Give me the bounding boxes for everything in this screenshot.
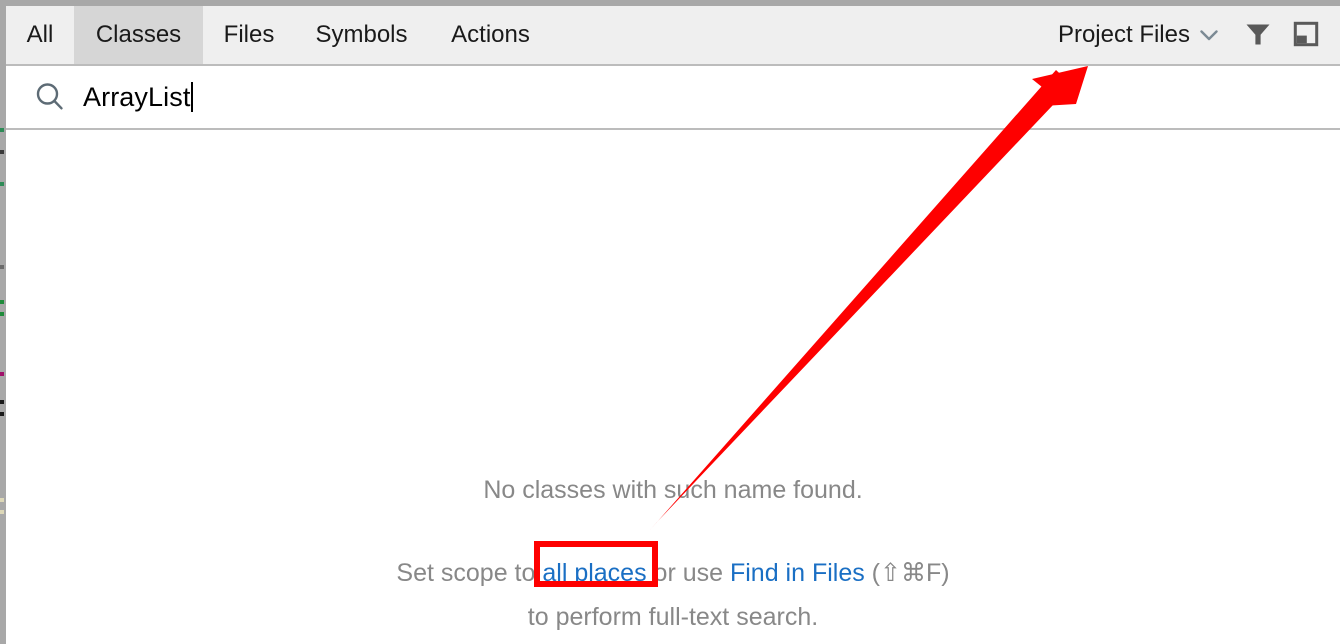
- hint-prefix-text: Set scope to: [396, 559, 543, 587]
- tab-all-label: All: [26, 21, 54, 48]
- filter-button[interactable]: [1238, 20, 1278, 52]
- search-input-row[interactable]: ArrayList: [6, 66, 1340, 130]
- tab-classes-label: Classes: [95, 21, 182, 48]
- no-results-hint-line-2: to perform full-text search.: [527, 603, 819, 631]
- all-places-link[interactable]: all places: [542, 559, 646, 587]
- hint-middle-text: or use: [646, 559, 730, 587]
- filter-funnel-icon: [1244, 20, 1272, 53]
- no-results-title: No classes with such name found.: [483, 476, 863, 504]
- preview-window-icon: [1292, 20, 1320, 53]
- tab-actions-label: Actions: [451, 21, 530, 48]
- editor-fleck: [0, 372, 4, 376]
- tab-classes[interactable]: Classes: [74, 6, 203, 64]
- editor-fleck: [0, 300, 4, 304]
- tab-actions[interactable]: Actions: [428, 6, 553, 64]
- editor-fleck: [0, 265, 4, 269]
- tab-symbols[interactable]: Symbols: [295, 6, 428, 64]
- editor-fleck: [0, 498, 4, 502]
- hint-shortcut-text: (⇧⌘F): [864, 559, 950, 587]
- search-input-field[interactable]: ArrayList: [83, 77, 194, 117]
- scope-selector-label: Project Files: [1057, 21, 1190, 48]
- editor-fleck: [0, 400, 4, 404]
- toggle-preview-button[interactable]: [1286, 20, 1326, 52]
- editor-fleck: [0, 312, 4, 316]
- editor-fleck: [0, 128, 4, 132]
- editor-fleck: [0, 412, 4, 416]
- tab-files-label: Files: [223, 21, 275, 48]
- scope-selector-dropdown[interactable]: Project Files: [1058, 6, 1218, 64]
- find-in-files-link[interactable]: Find in Files: [730, 559, 865, 587]
- editor-fleck: [0, 510, 4, 514]
- editor-fleck: [0, 150, 4, 154]
- window-top-border: [0, 0, 1340, 6]
- chevron-down-icon: [1200, 29, 1218, 41]
- search-input-value: ArrayList: [83, 81, 191, 112]
- editor-fleck: [0, 182, 4, 186]
- search-everywhere-popup: All Classes Files Symbols Actions Projec…: [6, 6, 1340, 644]
- search-icon: [33, 80, 67, 114]
- no-results-hint-line-1: Set scope to all places or use Find in F…: [6, 558, 1340, 588]
- search-scope-tabbar: All Classes Files Symbols Actions Projec…: [6, 6, 1340, 66]
- search-results-area: No classes with such name found. Set sco…: [6, 130, 1340, 644]
- tab-symbols-label: Symbols: [315, 21, 408, 48]
- tab-files[interactable]: Files: [203, 6, 295, 64]
- text-caret: [191, 82, 194, 112]
- tab-all[interactable]: All: [6, 6, 74, 64]
